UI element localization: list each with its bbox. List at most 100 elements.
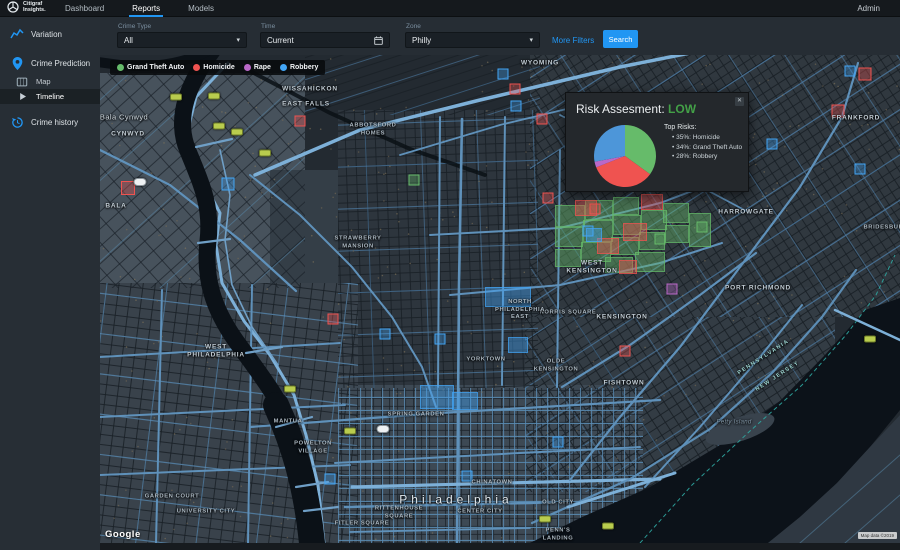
sidebar-item-label: Variation bbox=[31, 30, 62, 39]
crime-marker[interactable] bbox=[380, 329, 391, 340]
map-label: WISSAHICKON bbox=[282, 85, 338, 93]
map-label: FITLER SQUARE bbox=[335, 520, 390, 528]
crime-marker[interactable] bbox=[543, 193, 554, 204]
crime-marker[interactable] bbox=[553, 437, 564, 448]
crime-marker[interactable] bbox=[435, 334, 446, 345]
map-label: ABBOTSFORD HOMES bbox=[350, 123, 397, 138]
heat-cell bbox=[420, 385, 454, 409]
sidebar-item-crime-history[interactable]: Crime history bbox=[0, 111, 100, 133]
filter-zone: Zone Philly ▾ bbox=[405, 17, 540, 55]
map-label: NORRIS SQUARE bbox=[540, 309, 597, 317]
heat-cell bbox=[555, 227, 583, 247]
heat-cell bbox=[663, 203, 689, 223]
pin-icon bbox=[10, 56, 24, 70]
route-shield-icon bbox=[602, 523, 614, 530]
crime-marker[interactable] bbox=[697, 222, 708, 233]
map-label: KENSINGTON bbox=[596, 313, 647, 321]
risk-pie-chart bbox=[592, 123, 658, 189]
route-shield-icon bbox=[377, 425, 390, 433]
sidebar-item-map[interactable]: Map bbox=[0, 74, 100, 89]
map-label: YORKTOWN bbox=[466, 356, 505, 364]
crime-marker[interactable] bbox=[498, 69, 509, 80]
tab-models[interactable]: Models bbox=[185, 0, 217, 17]
map-label: CHINATOWN bbox=[472, 479, 513, 487]
route-shield-icon bbox=[864, 336, 876, 343]
legend-item-grand-theft-auto: Grand Theft Auto bbox=[117, 64, 184, 71]
popup-title-text: Risk Assesment: bbox=[576, 102, 665, 116]
route-shield-icon bbox=[539, 516, 551, 523]
crime-marker[interactable] bbox=[859, 68, 872, 81]
map-icon bbox=[15, 75, 29, 89]
crime-marker[interactable] bbox=[510, 84, 521, 95]
sidebar-item-variation[interactable]: Variation bbox=[0, 23, 100, 45]
crime-marker[interactable] bbox=[583, 226, 594, 237]
app-window: Citigraf Insights. DashboardReportsModel… bbox=[0, 0, 900, 550]
admin-menu[interactable]: Admin bbox=[857, 0, 880, 17]
crime-marker[interactable] bbox=[537, 114, 548, 125]
route-shield-icon bbox=[170, 94, 182, 101]
map-label: MANTUA bbox=[274, 418, 303, 426]
tab-dashboard[interactable]: Dashboard bbox=[62, 0, 107, 17]
crime-type-label: Crime Type bbox=[118, 23, 151, 30]
time-select[interactable]: Current bbox=[260, 32, 390, 48]
heat-cell bbox=[641, 194, 663, 210]
map-label: BALA bbox=[105, 202, 126, 210]
map-label: Philadelphia bbox=[399, 496, 512, 504]
crime-marker[interactable] bbox=[855, 164, 866, 175]
time-label: Time bbox=[261, 23, 275, 30]
heat-cell bbox=[619, 260, 637, 274]
map-label: Petty Island bbox=[717, 419, 752, 427]
map-label: HARROWGATE bbox=[718, 208, 774, 216]
risk-item: 35%: Homicide bbox=[672, 133, 746, 143]
crime-marker[interactable] bbox=[845, 66, 856, 77]
map-legend: Grand Theft AutoHomicideRapeRobbery bbox=[110, 60, 325, 75]
legend-label: Robbery bbox=[290, 64, 318, 71]
sidebar-item-label: Crime history bbox=[31, 118, 78, 127]
citigraf-logo-icon bbox=[7, 1, 19, 13]
crime-marker[interactable] bbox=[222, 178, 235, 191]
risk-popup: ✕ Risk Assesment: LOW Top Risks: 35%: Ho… bbox=[565, 92, 749, 192]
heat-cell bbox=[452, 392, 478, 410]
time-value: Current bbox=[267, 36, 294, 45]
sidebar-item-timeline[interactable]: Timeline bbox=[0, 89, 100, 104]
map-label: STRAWBERRY MANSION bbox=[334, 236, 381, 251]
map-label: OLD CITY bbox=[542, 499, 574, 507]
legend-item-homicide: Homicide bbox=[193, 64, 235, 71]
topbar: Citigraf Insights. DashboardReportsModel… bbox=[0, 0, 900, 17]
close-icon[interactable]: ✕ bbox=[735, 97, 744, 106]
zone-select[interactable]: Philly ▾ bbox=[405, 32, 540, 48]
map-label: RITTENHOUSE SQUARE bbox=[375, 506, 423, 521]
sidebar-item-label: Crime Prediction bbox=[31, 59, 90, 68]
sidebar-item-crime-prediction[interactable]: Crime Prediction bbox=[0, 52, 100, 74]
crime-type-select[interactable]: All ▾ bbox=[117, 32, 247, 48]
pie-slice-robbery bbox=[594, 125, 625, 162]
search-button[interactable]: Search bbox=[603, 30, 638, 48]
crime-marker[interactable] bbox=[655, 234, 666, 245]
more-filters-link[interactable]: More Filters bbox=[552, 36, 594, 45]
tab-reports[interactable]: Reports bbox=[129, 0, 163, 17]
route-shield-icon bbox=[213, 123, 225, 130]
zone-value: Philly bbox=[412, 36, 431, 45]
map-canvas[interactable]: WISSAHICKONEAST FALLSABBOTSFORD HOMESWYO… bbox=[100, 55, 900, 543]
crime-marker[interactable] bbox=[590, 204, 601, 215]
chevron-down-icon: ▾ bbox=[236, 36, 240, 44]
crime-marker[interactable] bbox=[328, 314, 339, 325]
crime-marker[interactable] bbox=[667, 284, 678, 295]
crime-marker[interactable] bbox=[767, 139, 778, 150]
popup-title: Risk Assesment: LOW bbox=[576, 102, 696, 116]
history-icon bbox=[10, 115, 24, 129]
calendar-icon bbox=[374, 36, 383, 45]
top-nav: Dashboard Reports Models bbox=[62, 0, 217, 17]
crime-marker[interactable] bbox=[409, 175, 420, 186]
crime-type-value: All bbox=[124, 36, 133, 45]
crime-marker[interactable] bbox=[511, 101, 522, 112]
crime-marker[interactable] bbox=[295, 116, 306, 127]
zone-label: Zone bbox=[406, 23, 421, 30]
filter-bar: Crime Type All ▾ Time Current Zone Phil bbox=[100, 17, 900, 55]
risk-item: 34%: Grand Theft Auto bbox=[672, 143, 746, 153]
crime-marker[interactable] bbox=[325, 474, 336, 485]
map-label: EAST FALLS bbox=[282, 100, 330, 108]
crime-marker[interactable] bbox=[620, 346, 631, 357]
map-label: POWELTON VILLAGE bbox=[294, 441, 332, 456]
risk-item: 28%: Robbery bbox=[672, 152, 746, 162]
